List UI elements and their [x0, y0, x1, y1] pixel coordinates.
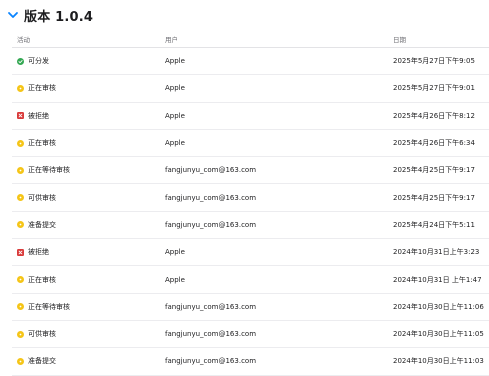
cell-activity: 可供审核	[12, 193, 165, 203]
cell-user: Apple	[165, 248, 185, 257]
cell-date: 2025年5月27日下午9:05	[393, 57, 475, 66]
yellow-dot-icon	[17, 166, 24, 174]
yellow-dot-icon	[17, 276, 24, 284]
table-row[interactable]: 正在审核 Apple 2025年4月26日下午6:34	[12, 130, 489, 158]
activity-label: 准备提交	[28, 357, 56, 366]
cell-user: fangjunyu_com@163.com	[165, 330, 257, 339]
table-row[interactable]: 正在等待审核 fangjunyu_com@163.com 2025年4月25日下午9…	[12, 157, 489, 185]
column-header-date[interactable]: 日期	[393, 34, 489, 44]
cell-date: 2025年4月24日下午5:11	[393, 220, 475, 229]
table-header: 活动 用户 日期	[12, 31, 489, 48]
table-row[interactable]: 被拒绝 Apple 2025年4月26日下午8:12	[12, 103, 489, 130]
table-row[interactable]: 准备提交 fangjunyu_com@163.com 2025年4月24日下午5:1…	[12, 212, 489, 240]
activity-label: 可供审核	[28, 330, 56, 339]
yellow-dot-icon	[17, 84, 24, 92]
cell-date: 2025年5月27日下午9:01	[393, 84, 475, 93]
yellow-dot-icon	[17, 221, 24, 229]
cell-date: 2025年4月26日下午6:34	[393, 139, 475, 148]
column-header-activity[interactable]: 活动	[12, 34, 165, 44]
table-row[interactable]: 可供审核 fangjunyu_com@163.com 2024年10月30日上午11…	[12, 321, 489, 349]
cell-user: fangjunyu_com@163.com	[165, 357, 257, 366]
cell-user: Apple	[165, 139, 185, 148]
activity-label: 被拒绝	[28, 248, 49, 257]
table-row[interactable]: 正在等待审核 fangjunyu_com@163.com 2024年10月30日上午…	[12, 294, 489, 321]
activity-label: 正在等待审核	[28, 302, 70, 311]
cell-user: fangjunyu_com@163.com	[165, 166, 257, 175]
activity-label: 准备提交	[28, 220, 56, 229]
cell-activity: 可供审核	[12, 329, 165, 339]
cell-date: 2024年10月31日上午3:23	[393, 248, 480, 257]
activity-label: 正在审核	[28, 275, 56, 284]
cell-activity: 正在等待审核	[12, 302, 165, 312]
version-title: 版本 1.0.4	[24, 9, 94, 25]
yellow-dot-icon	[17, 357, 24, 365]
cell-activity: 准备提交	[12, 220, 165, 230]
table-row[interactable]: 被拒绝 Apple 2024年10月31日上午3:23	[12, 239, 489, 267]
cell-activity: 被拒绝	[12, 247, 165, 257]
table-body: 可分发 Apple 2025年5月27日下午9:05 正在审核 Apple 2025年5月…	[12, 48, 489, 376]
green-check-icon	[17, 57, 24, 65]
activity-label: 正在审核	[28, 84, 56, 93]
cell-user: Apple	[165, 275, 185, 284]
cell-date: 2024年10月30日上午11:05	[393, 330, 484, 339]
cell-date: 2024年10月31日 上午1:47	[393, 275, 482, 284]
table-row[interactable]: 准备提交 fangjunyu_com@163.com 2024年10月30日上午11…	[12, 348, 489, 376]
cell-user: Apple	[165, 111, 185, 120]
cell-activity: 正在审核	[12, 83, 165, 93]
yellow-dot-icon	[17, 139, 24, 147]
version-header[interactable]: 版本 1.0.4	[6, 5, 93, 25]
cell-user: Apple	[165, 57, 185, 66]
yellow-dot-icon	[17, 194, 24, 202]
cell-activity: 被拒绝	[12, 111, 165, 121]
cell-date: 2024年10月30日上午11:03	[393, 357, 484, 366]
activity-label: 可供审核	[28, 193, 56, 202]
red-x-icon	[17, 248, 24, 256]
activity-label: 可分发	[28, 57, 49, 66]
table-row[interactable]: 可分发 Apple 2025年5月27日下午9:05	[12, 48, 489, 76]
cell-date: 2025年4月25日下午9:17	[393, 166, 475, 175]
cell-date: 2025年4月25日下午9:17	[393, 193, 475, 202]
cell-activity: 正在审核	[12, 275, 165, 285]
table-row[interactable]: 正在审核 Apple 2024年10月31日 上午1:47	[12, 266, 489, 294]
cell-activity: 准备提交	[12, 356, 165, 366]
cell-date: 2025年4月26日下午8:12	[393, 111, 475, 120]
cell-activity: 正在审核	[12, 138, 165, 148]
activity-table: 活动 用户 日期 可分发 Apple 2025年5月27日下午9:05 正在审核 App…	[12, 31, 489, 376]
cell-user: fangjunyu_com@163.com	[165, 220, 257, 229]
yellow-dot-icon	[17, 330, 24, 338]
yellow-dot-icon	[17, 303, 24, 311]
table-row[interactable]: 可供审核 fangjunyu_com@163.com 2025年4月25日下午9:1…	[12, 184, 489, 212]
cell-user: fangjunyu_com@163.com	[165, 193, 257, 202]
red-x-icon	[17, 112, 24, 120]
activity-label: 正在等待审核	[28, 166, 70, 175]
cell-user: Apple	[165, 84, 185, 93]
cell-activity: 正在等待审核	[12, 165, 165, 175]
column-header-user[interactable]: 用户	[165, 34, 393, 44]
cell-date: 2024年10月30日上午11:06	[393, 302, 484, 311]
activity-label: 正在审核	[28, 139, 56, 148]
chevron-down-icon[interactable]	[6, 8, 20, 22]
cell-activity: 可分发	[12, 56, 165, 66]
cell-user: fangjunyu_com@163.com	[165, 302, 257, 311]
activity-label: 被拒绝	[28, 111, 49, 120]
table-row[interactable]: 正在审核 Apple 2025年5月27日下午9:01	[12, 75, 489, 103]
